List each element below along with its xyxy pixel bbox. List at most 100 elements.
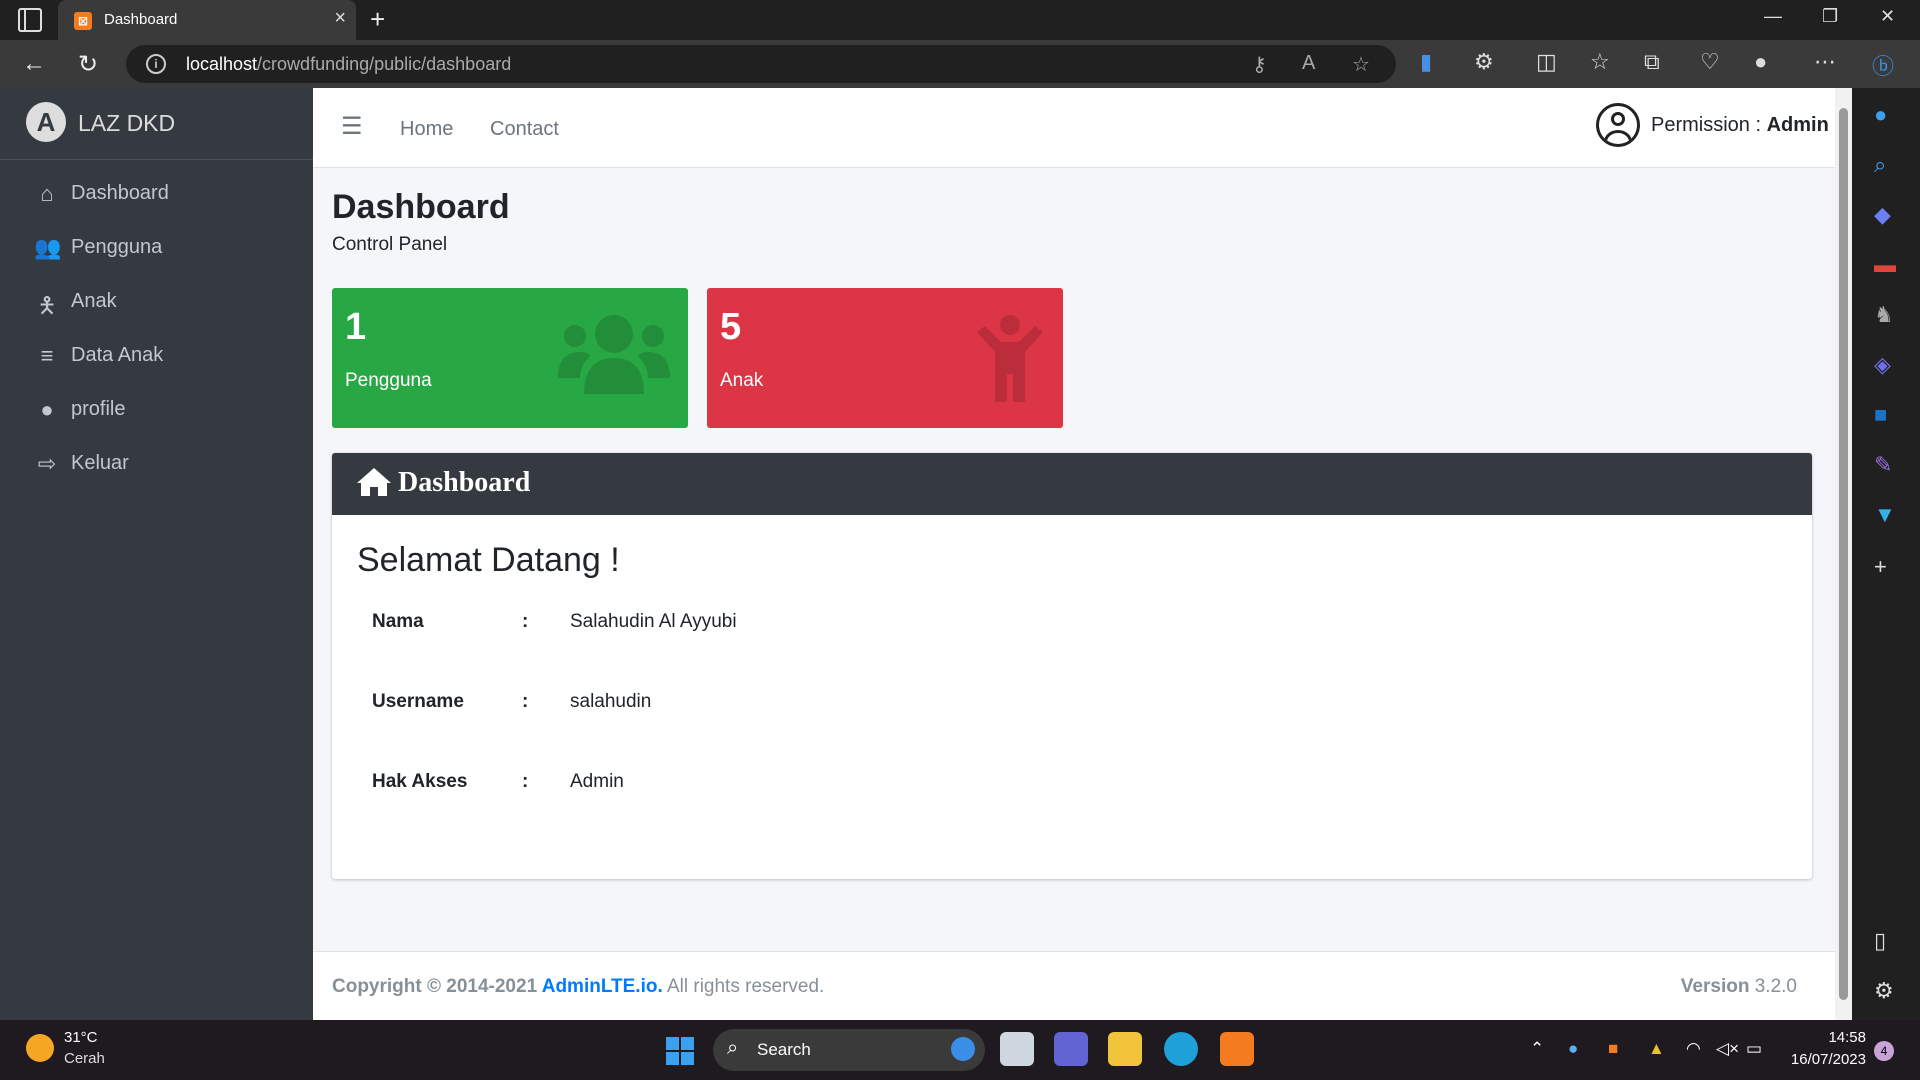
close-window-icon[interactable]: ✕: [1880, 6, 1895, 27]
browser-toolbar: ← ↻ i localhost/crowdfunding/public/dash…: [0, 40, 1920, 88]
user-circle-icon[interactable]: [1596, 103, 1640, 147]
sidebar-item-pengguna[interactable]: 👥 Pengguna: [0, 222, 313, 272]
users-icon: [558, 315, 670, 394]
permission-info: Permission : Admin: [1651, 114, 1829, 136]
settings-icon[interactable]: ⚙: [1874, 978, 1894, 1004]
address-bar[interactable]: i localhost/crowdfunding/public/dashboar…: [126, 45, 1396, 83]
profile-avatar-icon[interactable]: ●: [1754, 49, 1767, 75]
sidebar-item-data-anak[interactable]: ≡ Data Anak: [0, 330, 313, 380]
shopping-tag-icon[interactable]: ◆: [1874, 202, 1891, 228]
tray-app-icon[interactable]: ●: [1568, 1039, 1578, 1059]
edge-icon[interactable]: [1164, 1032, 1198, 1066]
weather-description[interactable]: Cerah: [64, 1050, 105, 1067]
split-screen-icon[interactable]: ◫: [1536, 49, 1557, 75]
page-scrollbar[interactable]: [1835, 88, 1852, 1020]
browser-tab[interactable]: ⊠ Dashboard ×: [58, 0, 356, 40]
copilot-side-icon[interactable]: ◈: [1874, 352, 1891, 378]
sidebar-item-label: Data Anak: [71, 344, 164, 366]
sidebar-item-keluar[interactable]: ⇨ Keluar: [0, 438, 313, 488]
sidebar-item-dashboard[interactable]: ⌂ Dashboard: [0, 168, 313, 218]
home-icon: [357, 468, 391, 496]
sidebar-item-label: Anak: [71, 290, 117, 312]
task-view-icon[interactable]: [1000, 1032, 1034, 1066]
games-icon[interactable]: ♞: [1874, 302, 1894, 328]
brand-link[interactable]: A LAZ DKD: [0, 88, 313, 160]
sidebar-item-profile[interactable]: ● profile: [0, 384, 313, 434]
hide-sidebar-icon[interactable]: ▯: [1874, 928, 1886, 954]
back-icon[interactable]: ←: [22, 50, 46, 78]
notification-count-badge[interactable]: 4: [1874, 1041, 1894, 1061]
edge-sidebar: ● ⌕ ◆ ▬ ♞ ◈ ■ ✎ ▼ + ▯ ⚙: [1852, 88, 1920, 1020]
more-options-icon[interactable]: ⋯: [1814, 49, 1836, 75]
windows-start-icon[interactable]: [666, 1037, 694, 1065]
stat-box-pengguna[interactable]: 1 Pengguna: [332, 288, 688, 428]
stat-label: Pengguna: [345, 370, 432, 391]
read-aloud-icon[interactable]: A: [1302, 52, 1315, 75]
bing-icon[interactable]: [951, 1037, 975, 1061]
add-sidebar-icon[interactable]: +: [1874, 554, 1887, 580]
windows-taskbar: 31°C Cerah ⌕ Search ⌃ ● ■ ▲ ◠ ◁× ▭ 14:58…: [0, 1020, 1920, 1080]
clock-time[interactable]: 14:58: [1812, 1029, 1866, 1046]
weather-icon[interactable]: [26, 1034, 54, 1062]
xampp-icon[interactable]: [1220, 1032, 1254, 1066]
row-label-hak-akses: Hak Akses: [372, 771, 468, 792]
row-value-username: salahudin: [570, 691, 652, 712]
taskbar-search[interactable]: ⌕ Search: [713, 1029, 985, 1071]
new-tab-icon[interactable]: +: [370, 4, 385, 35]
volume-muted-icon[interactable]: ◁×: [1716, 1039, 1739, 1059]
teams-icon[interactable]: [1054, 1032, 1088, 1066]
database-icon: ≡: [40, 343, 54, 368]
designer-icon[interactable]: ✎: [1874, 452, 1892, 478]
main-sidebar: A LAZ DKD ⌂ Dashboard 👥 Pengguna 🯅 Anak …: [0, 88, 313, 1020]
minimize-icon[interactable]: —: [1764, 6, 1782, 27]
nav-link-contact[interactable]: Contact: [490, 118, 559, 141]
key-icon[interactable]: ⚷: [1252, 52, 1267, 77]
clock-date[interactable]: 16/07/2023: [1780, 1051, 1866, 1068]
sidebar-item-label: Dashboard: [71, 182, 169, 204]
nav-link-home[interactable]: Home: [400, 118, 453, 141]
stat-box-anak[interactable]: 5 Anak: [707, 288, 1063, 428]
notification-bell-icon[interactable]: ●: [1874, 102, 1887, 128]
row-value-hak-akses: Admin: [570, 771, 624, 792]
favorites-icon[interactable]: ☆: [1590, 49, 1610, 75]
hamburger-menu-icon[interactable]: ☰: [341, 112, 363, 141]
restore-icon[interactable]: ❐: [1822, 6, 1838, 27]
row-label-nama: Nama: [372, 611, 424, 632]
close-tab-icon[interactable]: ×: [334, 7, 346, 30]
reload-icon[interactable]: ↻: [78, 50, 98, 79]
collections-icon[interactable]: ▮: [1420, 49, 1432, 75]
outlook-icon[interactable]: ■: [1874, 402, 1887, 428]
welcome-heading: Selamat Datang !: [357, 541, 620, 579]
weather-temperature[interactable]: 31°C: [64, 1029, 98, 1046]
tray-xampp-icon[interactable]: ■: [1608, 1039, 1618, 1059]
search-icon[interactable]: ⌕: [1874, 152, 1886, 178]
adminlte-link[interactable]: AdminLTE.io.: [542, 976, 663, 997]
file-explorer-icon[interactable]: [1108, 1032, 1142, 1066]
row-colon: :: [522, 691, 529, 712]
sidebar-item-anak[interactable]: 🯅 Anak: [0, 276, 313, 326]
address-url[interactable]: localhost/crowdfunding/public/dashboard: [186, 54, 511, 75]
collections-tab-icon[interactable]: ⧉: [1644, 49, 1660, 75]
sidebar-item-label: Pengguna: [71, 236, 163, 258]
scroll-thumb[interactable]: [1839, 108, 1848, 1000]
show-hidden-icons-icon[interactable]: ⌃: [1530, 1039, 1544, 1059]
favorite-star-icon[interactable]: ☆: [1352, 52, 1370, 77]
security-shield-icon[interactable]: ▲: [1648, 1039, 1665, 1059]
browser-essentials-icon[interactable]: ♡: [1700, 49, 1720, 75]
tools-icon[interactable]: ▬: [1874, 252, 1896, 278]
sidebar-item-label: Keluar: [71, 452, 129, 474]
search-icon: ⌕: [727, 1037, 739, 1059]
battery-icon[interactable]: ▭: [1746, 1039, 1762, 1059]
site-info-icon[interactable]: i: [146, 54, 166, 74]
top-navbar: ☰ Home Contact Permission : Admin: [313, 88, 1835, 168]
extensions-icon[interactable]: ⚙: [1474, 49, 1494, 75]
card-title: Dashboard: [398, 467, 531, 498]
home-icon: ⌂: [40, 181, 54, 206]
drop-icon[interactable]: ▼: [1874, 502, 1896, 528]
copilot-icon[interactable]: ⓑ: [1872, 49, 1894, 81]
workspaces-icon[interactable]: [18, 8, 42, 32]
user-icon: ●: [40, 397, 54, 422]
users-icon: 👥: [34, 235, 62, 260]
wifi-icon[interactable]: ◠: [1686, 1039, 1701, 1059]
dashboard-card: Dashboard Selamat Datang ! Nama : Salahu…: [332, 453, 1812, 879]
